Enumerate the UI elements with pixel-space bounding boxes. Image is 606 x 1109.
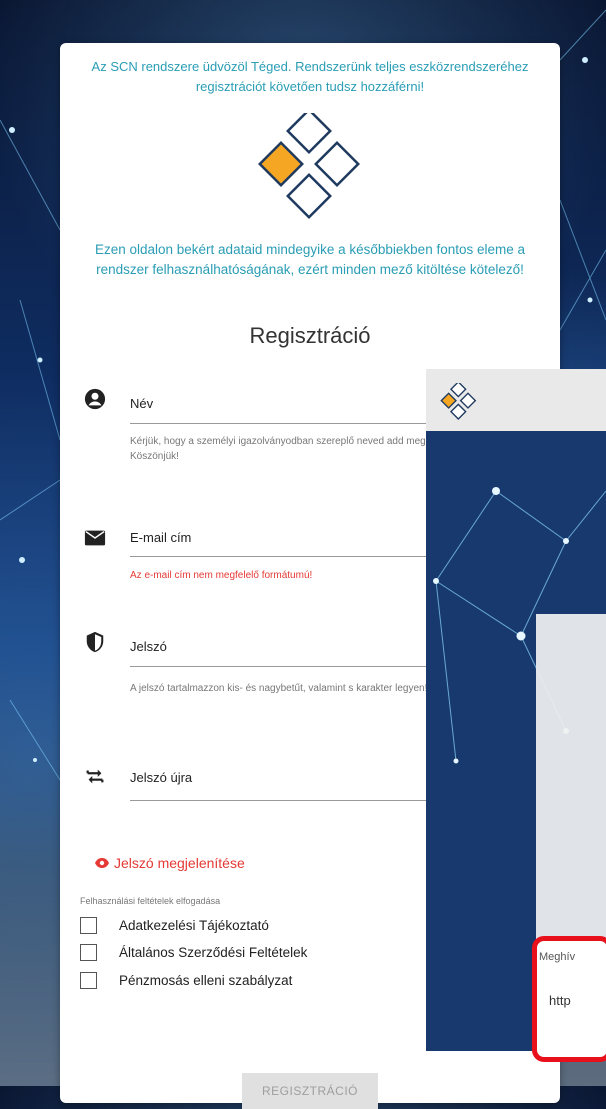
invite-label: Meghív — [539, 951, 576, 963]
scn-logo-icon — [258, 113, 360, 219]
register-button[interactable]: REGISZTRÁCIÓ — [242, 1073, 378, 1109]
account-circle-icon — [84, 388, 106, 410]
overlay-header — [426, 369, 606, 431]
name-hint: Kérjük, hogy a személyi igazolványodban … — [130, 436, 429, 462]
password-field[interactable]: Jelszó — [130, 639, 167, 654]
password-hint: A jelszó tartalmazzon kis- és nagybetűt,… — [130, 683, 428, 694]
invite-input-highlight[interactable]: Meghív http — [532, 936, 606, 1062]
show-password-label: Jelszó megjelenítése — [114, 855, 245, 871]
show-password-toggle[interactable]: Jelszó megjelenítése — [94, 855, 245, 871]
email-error: Az e-mail cím nem megfelelő formátumú! — [130, 570, 313, 581]
info-text: Ezen oldalon bekért adataid mindegyike a… — [94, 242, 526, 277]
name-field[interactable]: Név — [130, 396, 153, 411]
terms-item-aml[interactable]: Pénzmosás elleni szabályzat — [80, 972, 292, 989]
privacy-checkbox[interactable] — [80, 917, 97, 934]
eye-icon — [95, 858, 109, 868]
invite-input[interactable]: http — [549, 993, 571, 1008]
gtc-label: Általános Szerződési Feltételek — [119, 945, 308, 960]
welcome-text: Az SCN rendszere üdvözöl Téged. Rendszer… — [91, 59, 529, 94]
aml-label: Pénzmosás elleni szabályzat — [119, 973, 293, 988]
shield-icon — [86, 631, 104, 653]
privacy-label: Adatkezelési Tájékoztató — [119, 918, 269, 933]
email-field[interactable]: E-mail cím — [130, 530, 191, 545]
aml-checkbox[interactable] — [80, 972, 97, 989]
repeat-icon — [86, 769, 104, 784]
scn-logo-small-icon — [440, 383, 477, 420]
page-title: Regisztráció — [249, 323, 371, 348]
terms-heading: Felhasználási feltételek elfogadása — [80, 896, 221, 906]
envelope-icon — [84, 530, 106, 546]
password-again-field[interactable]: Jelszó újra — [130, 770, 192, 785]
gtc-checkbox[interactable] — [80, 944, 97, 961]
terms-item-privacy[interactable]: Adatkezelési Tájékoztató — [80, 917, 269, 934]
terms-item-gtc[interactable]: Általános Szerződési Feltételek — [80, 944, 307, 961]
